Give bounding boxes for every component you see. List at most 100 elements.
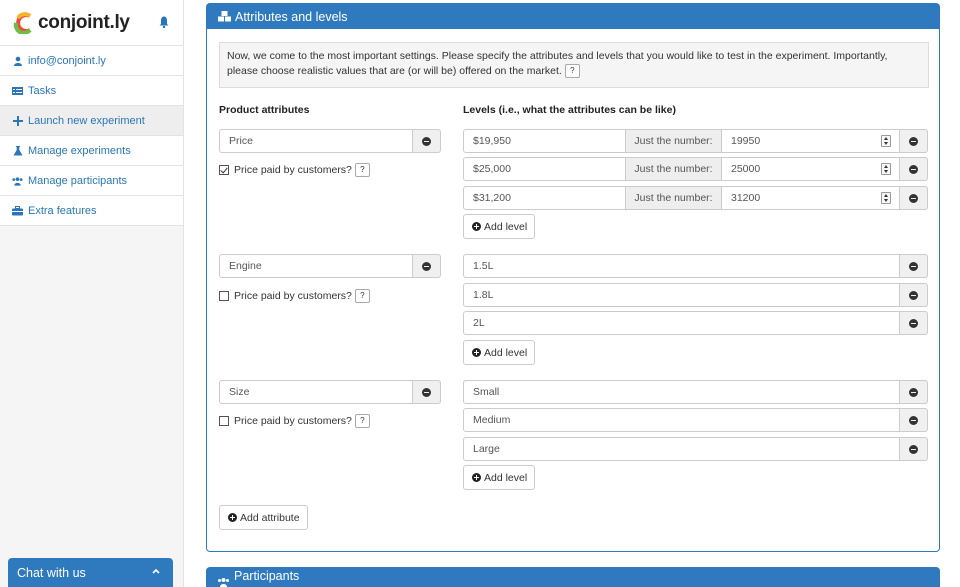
participants-title: Participants xyxy=(234,569,300,583)
attribute-name-input[interactable]: Price xyxy=(219,129,413,153)
minus-circle-icon xyxy=(909,193,918,203)
flask-icon xyxy=(12,145,23,156)
price-paid-checkbox[interactable]: Price paid by customers? ? xyxy=(219,163,370,177)
help-icon[interactable]: ? xyxy=(354,163,370,177)
remove-level-button[interactable] xyxy=(900,254,928,278)
number-addon: Just the number: xyxy=(626,129,722,153)
sidebar-item-label: Tasks xyxy=(28,84,57,97)
sidebar-item-extra-features[interactable]: Extra features xyxy=(0,196,183,226)
sidebar-item-manage-experiments[interactable]: Manage experiments xyxy=(0,136,183,166)
users-icon xyxy=(12,175,23,186)
minus-circle-icon xyxy=(909,415,918,425)
attribute-name-input[interactable]: Size xyxy=(219,380,413,404)
remove-level-button[interactable] xyxy=(900,186,928,210)
chat-label: Chat with us xyxy=(17,565,86,580)
price-paid-label: Price paid by customers? xyxy=(234,164,352,176)
sidebar: conjoint.ly info@conjoint.ly Tasks Launc… xyxy=(0,0,184,587)
add-attribute-button[interactable]: Add attribute xyxy=(219,505,308,530)
remove-level-button[interactable] xyxy=(900,129,928,153)
sidebar-item-account[interactable]: info@conjoint.ly xyxy=(0,46,183,76)
price-paid-checkbox[interactable]: Price paid by customers? ? xyxy=(219,289,370,303)
number-addon: Just the number: xyxy=(626,157,722,181)
sidebar-item-label: Extra features xyxy=(28,204,97,217)
bell-icon[interactable] xyxy=(159,16,169,28)
cubes-icon xyxy=(218,11,231,22)
sidebar-item-launch-experiment[interactable]: Launch new experiment xyxy=(0,106,183,136)
help-icon[interactable]: ? xyxy=(354,289,370,303)
sidebar-item-tasks[interactable]: Tasks xyxy=(0,76,183,106)
level-input[interactable]: 2L xyxy=(463,311,900,335)
add-level-button[interactable]: Add level xyxy=(463,340,536,365)
level-number-input[interactable]: 19950 xyxy=(722,129,900,153)
sidebar-item-label: info@conjoint.ly xyxy=(28,54,106,67)
remove-attribute-button[interactable] xyxy=(413,254,441,278)
tasks-icon xyxy=(12,85,23,96)
price-paid-checkbox[interactable]: Price paid by customers? ? xyxy=(219,414,370,428)
remove-level-button[interactable] xyxy=(900,311,928,335)
remove-level-button[interactable] xyxy=(900,437,928,461)
price-paid-label: Price paid by customers? xyxy=(234,290,352,302)
level-input[interactable]: 1.8L xyxy=(463,283,900,307)
remove-attribute-button[interactable] xyxy=(413,380,441,404)
attributes-panel: Attributes and levels Now, we come to th… xyxy=(206,3,940,552)
spinner-icon[interactable] xyxy=(881,192,891,204)
panel-title: Attributes and levels xyxy=(235,9,348,24)
plus-circle-icon xyxy=(472,222,481,231)
level-number-value: 31200 xyxy=(731,192,761,204)
briefcase-icon xyxy=(12,205,23,216)
conjoint-logo-icon xyxy=(13,11,32,34)
level-number-value: 19950 xyxy=(731,135,761,147)
checkbox-checked[interactable] xyxy=(219,165,229,175)
levels-heading: Levels (i.e., what the attributes can be… xyxy=(463,104,676,116)
level-number-input[interactable]: 25000 xyxy=(722,157,900,181)
checkbox-unchecked[interactable] xyxy=(219,291,229,301)
remove-level-button[interactable] xyxy=(900,283,928,307)
info-text: Now, we come to the most important setti… xyxy=(227,50,888,77)
help-icon[interactable]: ? xyxy=(564,64,580,79)
price-paid-label: Price paid by customers? xyxy=(234,415,352,427)
spinner-icon[interactable] xyxy=(881,163,891,175)
help-icon[interactable]: ? xyxy=(354,414,370,428)
sidebar-item-label: Manage experiments xyxy=(28,144,131,157)
info-box: Now, we come to the most important setti… xyxy=(219,42,929,88)
sidebar-item-label: Launch new experiment xyxy=(28,114,145,127)
participants-panel-header[interactable]: Participants xyxy=(206,567,940,587)
level-input[interactable]: $19,950 xyxy=(463,129,626,153)
minus-circle-icon xyxy=(909,318,918,328)
plus-circle-icon xyxy=(472,348,481,357)
chevron-up-icon xyxy=(152,568,160,574)
brand-header: conjoint.ly xyxy=(0,0,183,46)
panel-header: Attributes and levels xyxy=(207,4,939,29)
sidebar-item-manage-participants[interactable]: Manage participants xyxy=(0,166,183,196)
chat-widget-button[interactable]: Chat with us xyxy=(8,558,173,587)
level-input[interactable]: Small xyxy=(463,380,900,404)
plus-icon xyxy=(12,115,23,126)
minus-circle-icon xyxy=(422,261,431,271)
brand-name[interactable]: conjoint.ly xyxy=(38,12,130,34)
minus-circle-icon xyxy=(909,290,918,300)
level-input[interactable]: Large xyxy=(463,437,900,461)
level-input[interactable]: 1.5L xyxy=(463,254,900,278)
add-level-label: Add level xyxy=(484,346,528,359)
plus-circle-icon xyxy=(228,513,237,522)
remove-level-button[interactable] xyxy=(900,380,928,404)
plus-circle-icon xyxy=(472,473,481,482)
add-level-button[interactable]: Add level xyxy=(463,214,536,239)
remove-attribute-button[interactable] xyxy=(413,129,441,153)
add-attribute-label: Add attribute xyxy=(240,511,300,524)
level-input[interactable]: $25,000 xyxy=(463,157,626,181)
minus-circle-icon xyxy=(422,387,431,397)
attributes-heading: Product attributes xyxy=(219,104,310,116)
minus-circle-icon xyxy=(909,444,918,454)
attribute-name-input[interactable]: Engine xyxy=(219,254,413,278)
level-input[interactable]: $31,200 xyxy=(463,186,626,210)
level-number-input[interactable]: 31200 xyxy=(722,186,900,210)
add-level-button[interactable]: Add level xyxy=(463,465,536,490)
remove-level-button[interactable] xyxy=(900,408,928,432)
remove-level-button[interactable] xyxy=(900,157,928,181)
level-input[interactable]: Medium xyxy=(463,408,900,432)
checkbox-unchecked[interactable] xyxy=(219,416,229,426)
spinner-icon[interactable] xyxy=(881,135,891,147)
minus-circle-icon xyxy=(422,136,431,146)
add-level-label: Add level xyxy=(484,471,528,484)
